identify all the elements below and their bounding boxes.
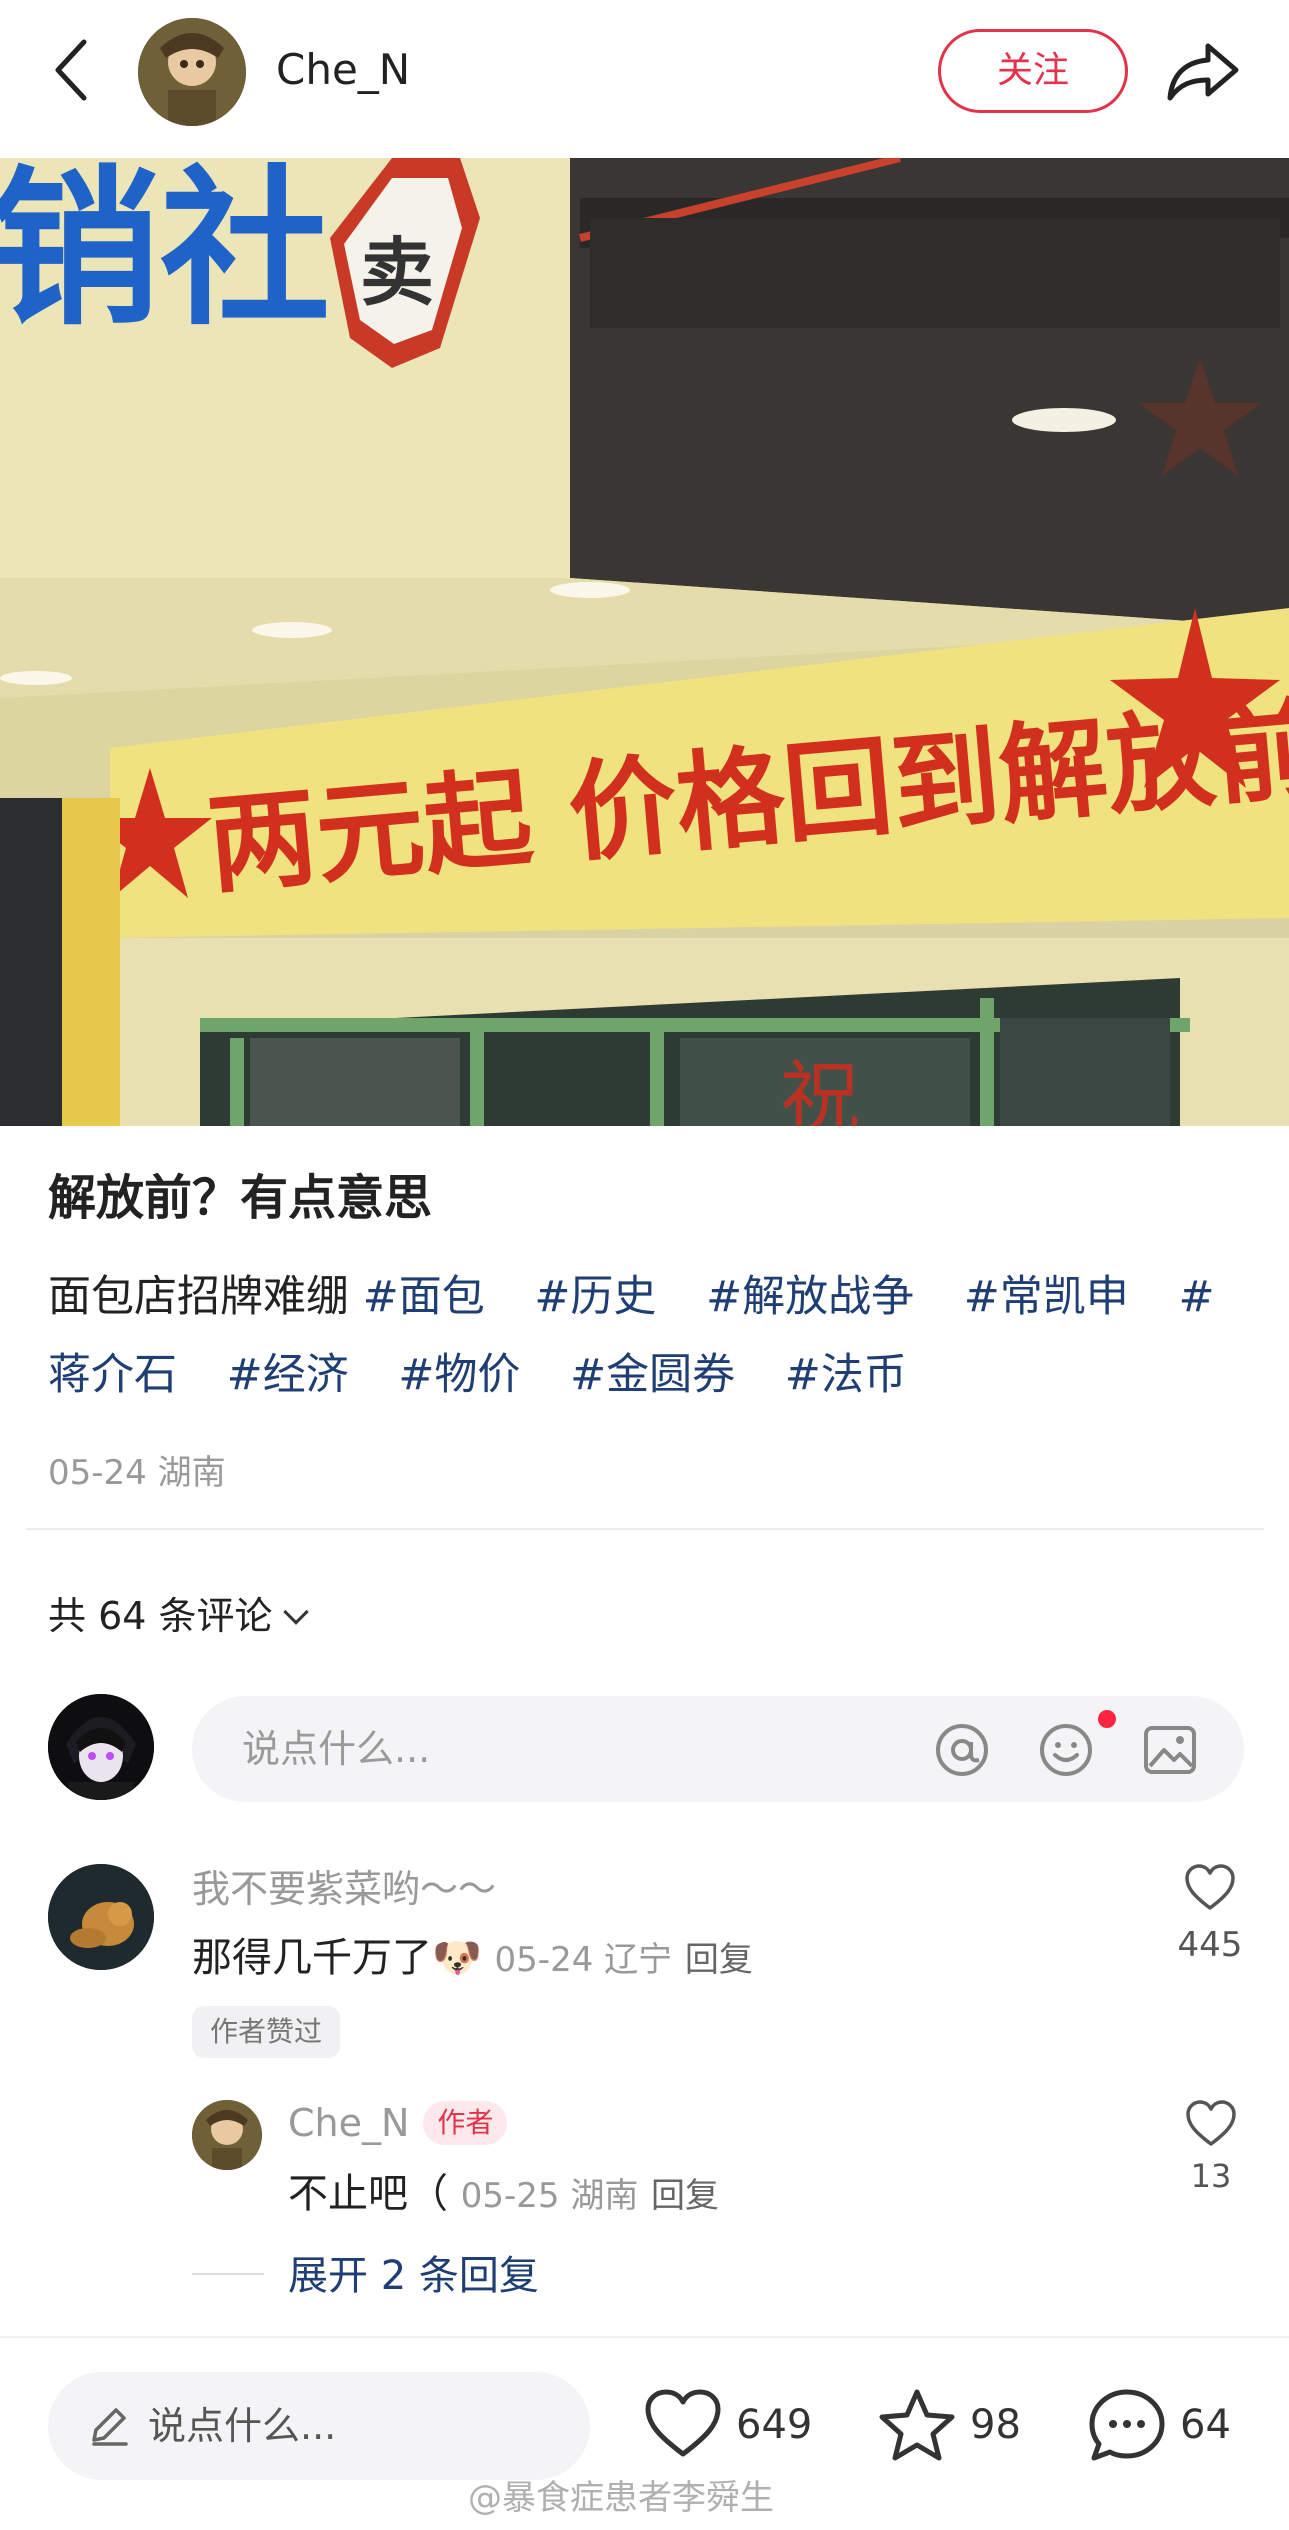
tag-link[interactable]: #法币 bbox=[785, 1350, 907, 1400]
chat-bubble-icon bbox=[1089, 2389, 1165, 2461]
watermark: @暴食症患者李舜生 bbox=[468, 2478, 774, 2518]
comment-content: 那得几千万了🐶 05-24 辽宁 回复 bbox=[192, 1930, 753, 1988]
author-liked-badge: 作者赞过 bbox=[192, 2006, 341, 2058]
post-title: 解放前？有点意思 bbox=[48, 1170, 433, 1226]
back-button[interactable] bbox=[40, 30, 110, 110]
chevron-down-icon bbox=[282, 1599, 309, 1625]
favorite-count: 98 bbox=[970, 2402, 1021, 2448]
badge-text: 卖 bbox=[360, 230, 434, 316]
expand-replies-link[interactable]: 展开 2 条回复 bbox=[288, 2248, 539, 2304]
chevron-left-icon bbox=[55, 39, 87, 101]
reply-like-count: 13 bbox=[1190, 2157, 1232, 2195]
heart-icon bbox=[645, 2389, 721, 2457]
post-image[interactable]: 销社 卖 两元起 价格回到解放前 祝 bbox=[0, 158, 1289, 1126]
image-icon[interactable] bbox=[1142, 1722, 1198, 1778]
favorite-button[interactable]: 98 bbox=[878, 2382, 1028, 2468]
divider bbox=[26, 1528, 1264, 1530]
reply-like-button[interactable]: 13 bbox=[1168, 2100, 1254, 2198]
tag-link[interactable]: #物价 bbox=[398, 1350, 520, 1400]
tag-link[interactable]: #常凯申 bbox=[964, 1272, 1129, 1322]
like-button[interactable]: 649 bbox=[644, 2382, 824, 2468]
comments-count-toggle[interactable]: 共 64 条评论 bbox=[48, 1588, 309, 1644]
post-date-location: 05-24 湖南 bbox=[48, 1453, 226, 1493]
comments-count: 64 bbox=[1180, 2402, 1231, 2448]
like-count: 649 bbox=[736, 2402, 813, 2448]
tag-link[interactable]: #解放战争 bbox=[706, 1272, 914, 1322]
dog-emoji-icon: 🐶 bbox=[432, 1935, 482, 1981]
bottom-comment-input[interactable]: 说点什么... bbox=[48, 2372, 590, 2480]
divider bbox=[192, 2273, 264, 2275]
reply-button[interactable]: 回复 bbox=[651, 2176, 719, 2216]
comment-date-location: 05-24 辽宁 bbox=[494, 1940, 673, 1980]
heart-icon bbox=[1186, 2100, 1236, 2146]
emoji-icon[interactable] bbox=[1038, 1722, 1094, 1778]
comment-input[interactable]: 说点什么... bbox=[192, 1696, 1244, 1802]
reply-text: 不止吧（ bbox=[288, 2171, 448, 2217]
comments-button[interactable]: 64 bbox=[1088, 2382, 1248, 2468]
author-badge: 作者 bbox=[423, 2101, 508, 2145]
at-mention-icon[interactable] bbox=[934, 1722, 990, 1778]
svg-text:祝: 祝 bbox=[780, 1052, 860, 1126]
heart-icon bbox=[1185, 1864, 1235, 1910]
current-user-avatar bbox=[48, 1694, 154, 1800]
comment-like-button[interactable]: 445 bbox=[1160, 1864, 1260, 1968]
comment-like-count: 445 bbox=[1177, 1925, 1243, 1965]
reply-content: 不止吧（ 05-25 湖南 回复 bbox=[288, 2166, 719, 2224]
tag-link[interactable]: #金圆券 bbox=[570, 1350, 735, 1400]
reply-author-avatar[interactable] bbox=[192, 2100, 262, 2170]
comment-text: 那得几千万了 bbox=[192, 1935, 432, 1981]
follow-button[interactable]: 关注 bbox=[938, 29, 1128, 113]
commenter-avatar[interactable] bbox=[48, 1864, 154, 1970]
top-sign-text: 销社 bbox=[0, 158, 330, 349]
reply-button[interactable]: 回复 bbox=[685, 1940, 753, 1980]
pencil-icon bbox=[92, 2408, 128, 2446]
reply-author-name: Che_N 作者 bbox=[288, 2096, 508, 2150]
share-button[interactable] bbox=[1164, 36, 1244, 106]
reply-username[interactable]: Che_N bbox=[288, 2101, 409, 2145]
comment-input-placeholder: 说点什么... bbox=[242, 1727, 431, 1771]
tag-link[interactable]: #历史 bbox=[534, 1272, 656, 1322]
post-body-text: 面包店招牌难绷 bbox=[48, 1272, 349, 1322]
share-arrow-icon bbox=[1167, 43, 1239, 101]
comments-count-label: 共 64 条评论 bbox=[48, 1594, 273, 1638]
top-nav-bar: Che_N 关注 bbox=[0, 0, 1289, 158]
author-avatar[interactable] bbox=[138, 18, 246, 126]
reply-date-location: 05-25 湖南 bbox=[460, 2176, 639, 2216]
star-icon bbox=[879, 2389, 955, 2461]
tag-link[interactable]: #面包 bbox=[363, 1272, 485, 1322]
tag-link[interactable]: #经济 bbox=[227, 1350, 349, 1400]
commenter-username[interactable]: 我不要紫菜哟～～ bbox=[192, 1862, 496, 1916]
author-username[interactable]: Che_N bbox=[276, 40, 410, 100]
notification-dot bbox=[1098, 1710, 1116, 1728]
bottom-input-placeholder: 说点什么... bbox=[148, 2404, 337, 2448]
post-body: 面包店招牌难绷 #面包 #历史 #解放战争 #常凯申 #蒋介石 #经济 #物价 … bbox=[48, 1258, 1248, 1414]
